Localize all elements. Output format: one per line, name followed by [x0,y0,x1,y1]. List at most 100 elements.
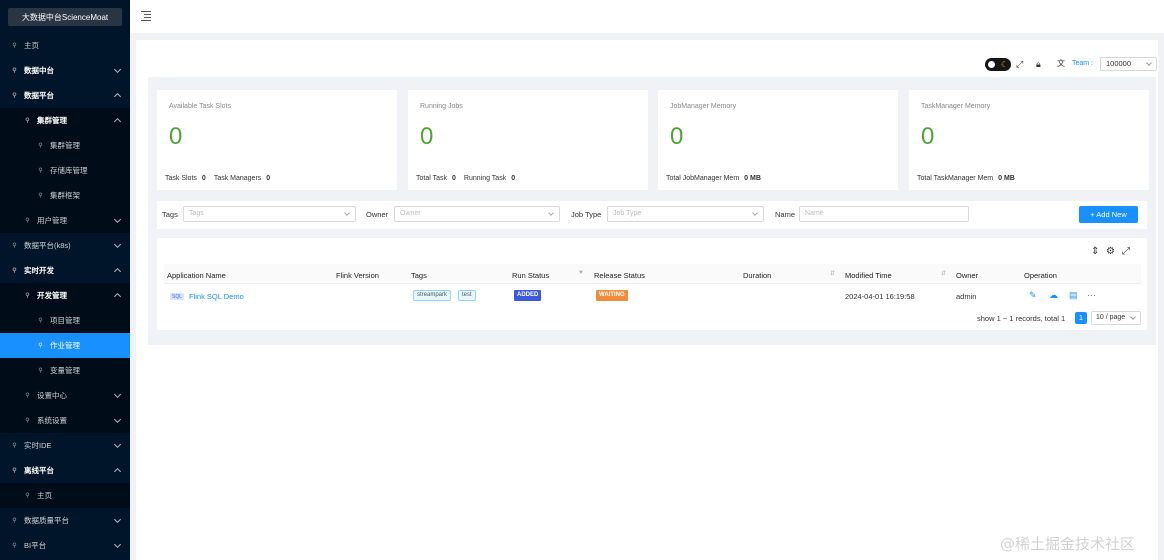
menu-icon: ⚲ [38,368,43,374]
application-name-link[interactable]: Flink SQL Demo [189,292,244,301]
sidebar-item-data-quality[interactable]: ⚲ 数据质量平台 [0,508,130,533]
sidebar-item-users[interactable]: ⚲ 用户管理 [0,208,130,233]
menu-icon: ⚲ [12,443,17,449]
sidebar-item-offline-home[interactable]: ⚲ 主页 [0,483,130,508]
chevron-down-icon [113,440,122,449]
sidebar-item-cluster-framework[interactable]: ⚲ 集群框架 [0,183,130,208]
column-header[interactable]: Application Name [167,271,226,280]
detail-icon[interactable]: ▤ [1069,290,1078,300]
card-title: TaskManager Memory [921,103,991,110]
fullscreen-icon[interactable]: ⤢ [1016,59,1023,69]
release-status-badge: WAITING [596,290,628,301]
sidebar-item-home[interactable]: ⚲ 主页 [0,33,130,58]
column-header[interactable]: Run Status [512,271,549,280]
card-value: 0 [921,123,935,150]
sidebar-item-k8s[interactable]: ⚲ 数据平台(k8s) [0,233,130,258]
add-new-button[interactable]: + Add New [1079,206,1138,223]
card-footer: Task Slots 0 Task Managers 0 [165,175,278,182]
chevron-down-icon [548,210,554,216]
tags-filter-select[interactable]: Tags [183,206,356,222]
sort-icon[interactable]: ⇵ [830,270,835,277]
sidebar-item-data-center[interactable]: ⚲ 数据中台 [0,58,130,83]
menu-icon: ⚲ [25,218,30,224]
chevron-down-icon [1146,60,1152,66]
app-logo[interactable]: 大数据中台ScienceMoat [8,8,122,26]
name-filter-label: Name [775,210,796,219]
jobtype-filter-placeholder: Job Type [613,210,642,217]
cloud-upload-icon[interactable]: ☁ [1049,290,1058,300]
team-select-value: 100000 [1106,59,1132,68]
team-select[interactable]: 100000 [1100,57,1157,71]
card-footer-label: Task Managers [213,175,262,182]
column-header[interactable]: Owner [956,271,978,280]
chevron-up-icon [113,467,122,476]
column-header[interactable]: Tags [411,271,427,280]
page-size-select[interactable]: 10 / page [1091,311,1141,325]
page-number-button[interactable]: 1 [1075,312,1087,324]
card-footer: Total TaskManager Mem 0 MB [917,175,1023,182]
table-header [164,264,1141,284]
sidebar-item-label: 离线平台 [24,466,54,475]
chevron-down-icon [113,540,122,549]
sidebar-item-cluster[interactable]: ⚲ 集群管理 [0,133,130,158]
menu-icon: ⚲ [38,318,43,324]
run-status-badge: ADDED [514,290,542,301]
sidebar-item-offline[interactable]: ⚲ 离线平台 [0,458,130,483]
sidebar-item-variables[interactable]: ⚲ 变量管理 [0,358,130,383]
column-height-icon[interactable]: ⇕ [1091,247,1099,257]
menu-fold-icon[interactable] [141,11,151,21]
sidebar-item-data-platform[interactable]: ⚲ 数据平台 [0,83,130,108]
menu-icon: ⚲ [12,243,17,249]
toggle-knob [988,61,995,68]
modified-time: 2024-04-01 16:19:58 [845,292,915,301]
theme-toggle[interactable]: ☾ [985,58,1011,71]
sidebar-item-jobs[interactable]: ⚲ 作业管理 [0,333,130,358]
jobtype-filter-select[interactable]: Job Type [607,206,764,222]
sidebar-item-storage[interactable]: ⚲ 存储库管理 [0,158,130,183]
column-header[interactable]: Duration [743,271,771,280]
sidebar-item-system-settings[interactable]: ⚲ 系统设置 [0,408,130,433]
menu-icon: ⚲ [25,493,30,499]
translate-icon[interactable]: 文 [1057,59,1065,69]
sidebar-item-label: 实时开发 [24,266,54,275]
sidebar-item-bi[interactable]: ⚲ BI平台 [0,533,130,558]
sidebar-item-label: 系统设置 [37,416,67,425]
fullscreen-icon[interactable]: ⤢ [1122,247,1130,257]
card-footer: Total JobManager Mem 0 MB [666,175,769,182]
menu-icon: ⚲ [12,468,17,474]
menu-icon: ⚲ [25,118,30,124]
card-value: 0 [670,123,684,150]
sidebar-item-cluster-mgmt[interactable]: ⚲ 集群管理 [0,108,130,133]
menu-icon: ⚲ [25,393,30,399]
filter-icon[interactable]: ▼ [578,270,584,276]
name-filter-input[interactable]: Name [799,206,969,222]
lock-icon[interactable]: 🔒︎ [1036,59,1041,69]
sidebar-item-label: 作业管理 [50,341,80,350]
sidebar-item-label: 设置中心 [37,391,67,400]
sidebar-item-label: 数据平台(k8s) [24,241,71,250]
sidebar-item-settings-center[interactable]: ⚲ 设置中心 [0,383,130,408]
sidebar-item-projects[interactable]: ⚲ 项目管理 [0,308,130,333]
card-footer-value: 0 [201,175,206,182]
card-footer-value: 0 [266,175,271,182]
owner-filter-select[interactable]: Owner [394,206,560,222]
sidebar-item-dev-mgmt[interactable]: ⚲ 开发管理 [0,283,130,308]
column-header[interactable]: Modified Time [845,271,892,280]
column-header[interactable]: Flink Version [336,271,379,280]
menu-icon: ⚲ [38,343,43,349]
menu-icon: ⚲ [12,68,17,74]
setting-icon[interactable]: ⚙ [1106,247,1115,257]
more-icon[interactable]: ··· [1087,290,1096,300]
chevron-up-icon [113,267,122,276]
card-title: Available Task Slots [169,103,231,110]
edit-icon[interactable]: ✎ [1029,290,1037,300]
chevron-down-icon [113,65,122,74]
column-header[interactable]: Release Status [594,271,645,280]
column-header[interactable]: Operation [1024,271,1057,280]
sidebar-item-realtime-ide[interactable]: ⚲ 实时IDE [0,433,130,458]
sidebar-item-realtime-dev[interactable]: ⚲ 实时开发 [0,258,130,283]
tag-badge: test [458,290,476,301]
sort-icon[interactable]: ⇵ [941,270,946,277]
sidebar-item-label: 项目管理 [50,316,80,325]
menu-icon: ⚲ [38,143,43,149]
